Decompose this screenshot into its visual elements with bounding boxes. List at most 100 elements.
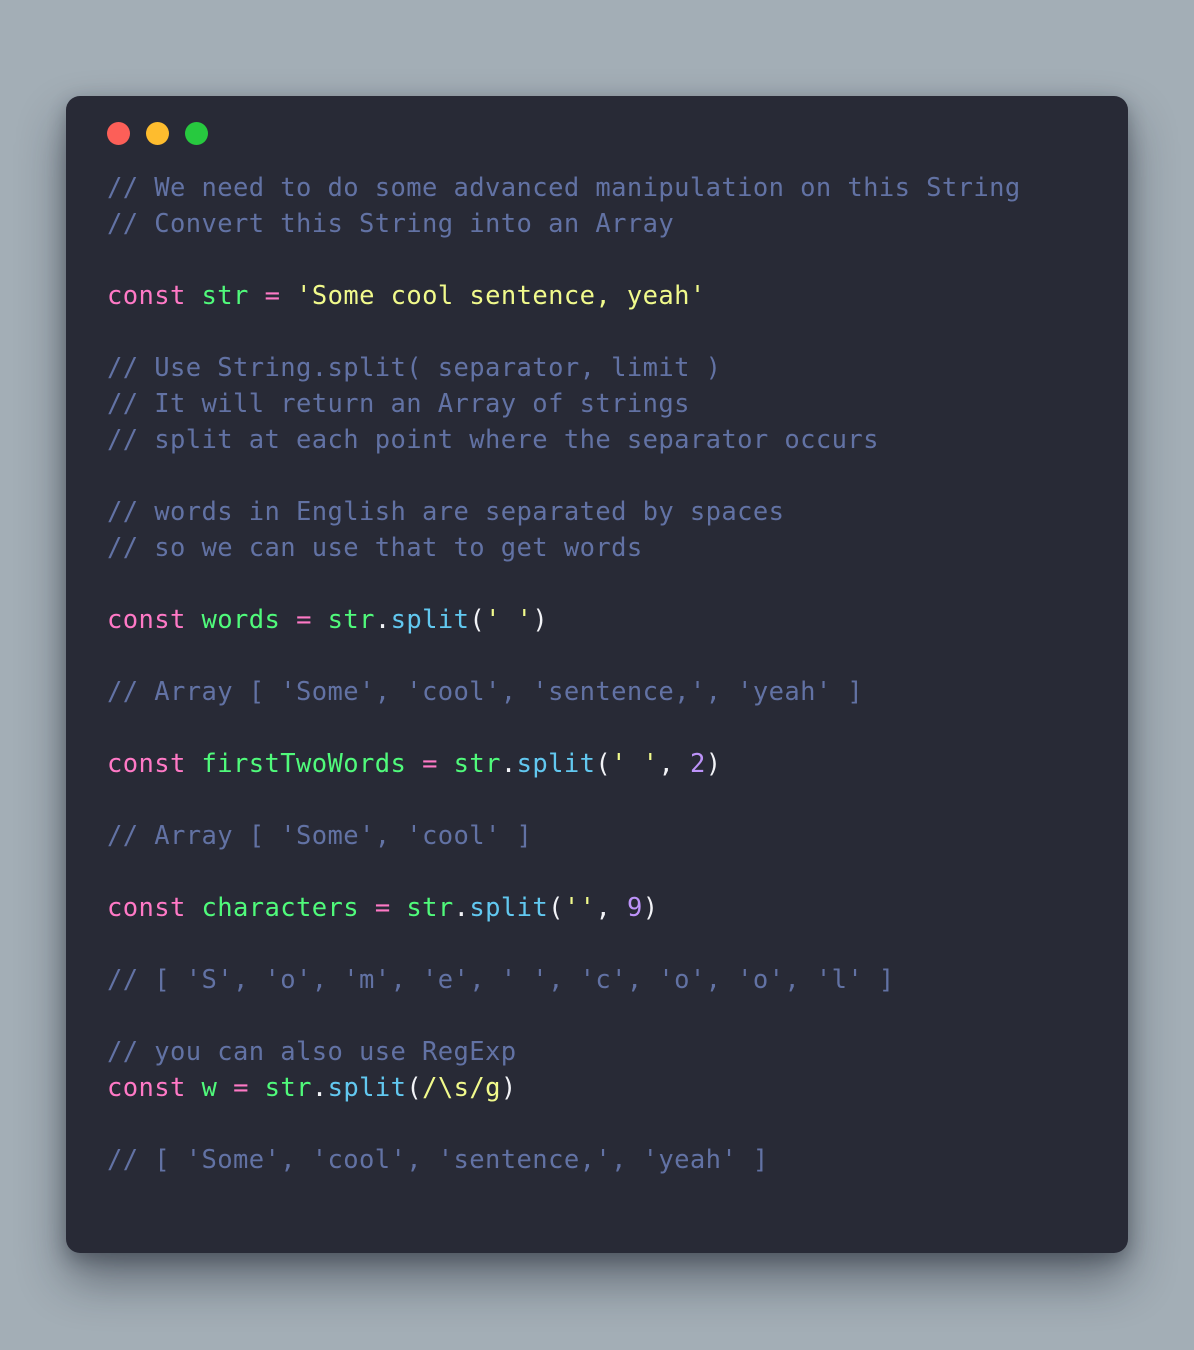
code-line: // you can also use RegExp	[107, 1034, 1128, 1070]
code-token-punct: (	[406, 1073, 423, 1103]
code-line: // Array [ 'Some', 'cool', 'sentence,', …	[107, 674, 1128, 710]
code-line: // [ 'Some', 'cool', 'sentence,', 'yeah'…	[107, 1142, 1128, 1178]
code-token-punct	[438, 749, 454, 779]
code-line: const characters = str.split('', 9)	[107, 890, 1128, 926]
code-token-method: split	[390, 605, 470, 635]
code-token-punct: (	[595, 749, 612, 779]
code-token-string: ''	[563, 893, 596, 923]
code-token-keyword: const	[107, 605, 186, 635]
code-token-punct	[280, 281, 296, 311]
code-line: // Convert this String into an Array	[107, 206, 1128, 242]
code-line: // words in English are separated by spa…	[107, 494, 1128, 530]
code-token-punct: (	[469, 605, 486, 635]
code-line: // Array [ 'Some', 'cool' ]	[107, 818, 1128, 854]
code-token-op: =	[296, 605, 312, 635]
code-token-punct: .	[311, 1073, 328, 1103]
code-token-punct: .	[453, 893, 470, 923]
code-token-punct	[249, 281, 265, 311]
code-token-number: 2	[689, 749, 706, 779]
code-comment: // Array [ 'Some', 'cool', 'sentence,', …	[107, 677, 864, 707]
code-token-var: characters	[201, 893, 360, 923]
code-token-keyword: const	[107, 749, 186, 779]
code-token-keyword: const	[107, 893, 186, 923]
code-token-punct: )	[532, 605, 549, 635]
code-window: // We need to do some advanced manipulat…	[66, 96, 1128, 1253]
code-line: // We need to do some advanced manipulat…	[107, 170, 1128, 206]
code-token-punct	[186, 749, 202, 779]
code-token-punct	[186, 281, 202, 311]
code-line: // Use String.split( separator, limit )	[107, 350, 1128, 386]
minimize-button[interactable]	[146, 121, 169, 145]
code-comment: // It will return an Array of strings	[107, 389, 690, 419]
code-token-string: ' '	[485, 605, 533, 635]
code-token-var: str	[201, 281, 249, 311]
code-line: // [ 'S', 'o', 'm', 'e', ' ', 'c', 'o', …	[107, 962, 1128, 998]
code-token-punct	[186, 893, 202, 923]
code-line: // so we can use that to get words	[107, 530, 1128, 566]
code-token-keyword: const	[107, 1073, 186, 1103]
code-token-op: =	[264, 281, 281, 311]
code-token-var: str	[264, 1073, 312, 1103]
code-comment: // [ 'S', 'o', 'm', 'e', ' ', 'c', 'o', …	[107, 965, 895, 995]
code-line: const words = str.split(' ')	[107, 602, 1128, 638]
window-titlebar[interactable]	[66, 96, 1128, 170]
code-token-punct: .	[374, 605, 391, 635]
code-token-punct: )	[705, 749, 722, 779]
code-token-punct	[312, 605, 328, 635]
code-token-punct	[217, 1073, 233, 1103]
code-token-string: ' '	[611, 749, 659, 779]
code-token-op: =	[422, 749, 438, 779]
code-token-var: str	[453, 749, 501, 779]
code-token-punct: .	[500, 749, 517, 779]
code-token-keyword: const	[107, 281, 186, 311]
code-token-string: 'Some cool sentence, yeah'	[296, 281, 706, 311]
screenshot-stage: // We need to do some advanced manipulat…	[0, 0, 1194, 1350]
code-comment: // Use String.split( separator, limit )	[107, 353, 722, 383]
code-token-method: split	[327, 1073, 407, 1103]
code-token-punct	[359, 893, 375, 923]
code-token-op: =	[374, 893, 391, 923]
close-button[interactable]	[107, 121, 130, 145]
code-line: const firstTwoWords = str.split(' ', 2)	[107, 746, 1128, 782]
code-token-var: str	[327, 605, 375, 635]
code-token-punct	[391, 893, 407, 923]
code-token-number: 9	[626, 893, 643, 923]
code-token-var: str	[406, 893, 454, 923]
code-token-punct	[280, 605, 296, 635]
code-comment: // split at each point where the separat…	[107, 425, 879, 455]
code-line: // It will return an Array of strings	[107, 386, 1128, 422]
code-token-punct	[186, 1073, 202, 1103]
code-token-punct: )	[500, 1073, 517, 1103]
code-token-var: words	[201, 605, 281, 635]
code-editor-content[interactable]: // We need to do some advanced manipulat…	[66, 170, 1128, 1178]
code-token-punct: (	[548, 893, 564, 923]
code-token-punct	[249, 1073, 265, 1103]
code-token-punct: )	[642, 893, 659, 923]
code-token-punct	[186, 605, 202, 635]
code-token-method: split	[469, 893, 549, 923]
code-comment: // Array [ 'Some', 'cool' ]	[107, 821, 533, 851]
code-token-var: w	[201, 1073, 218, 1103]
code-line: const str = 'Some cool sentence, yeah'	[107, 278, 1128, 314]
zoom-button[interactable]	[185, 121, 208, 145]
code-comment: // words in English are separated by spa…	[107, 497, 785, 527]
code-comment: // We need to do some advanced manipulat…	[107, 173, 1021, 203]
code-token-method: split	[516, 749, 596, 779]
code-token-punct: ,	[658, 749, 690, 779]
code-token-punct	[406, 749, 422, 779]
code-line: const w = str.split(/\s/g)	[107, 1070, 1128, 1106]
code-line: // split at each point where the separat…	[107, 422, 1128, 458]
code-token-op: =	[233, 1073, 249, 1103]
code-token-punct: ,	[595, 893, 627, 923]
code-comment: // Convert this String into an Array	[107, 209, 675, 239]
